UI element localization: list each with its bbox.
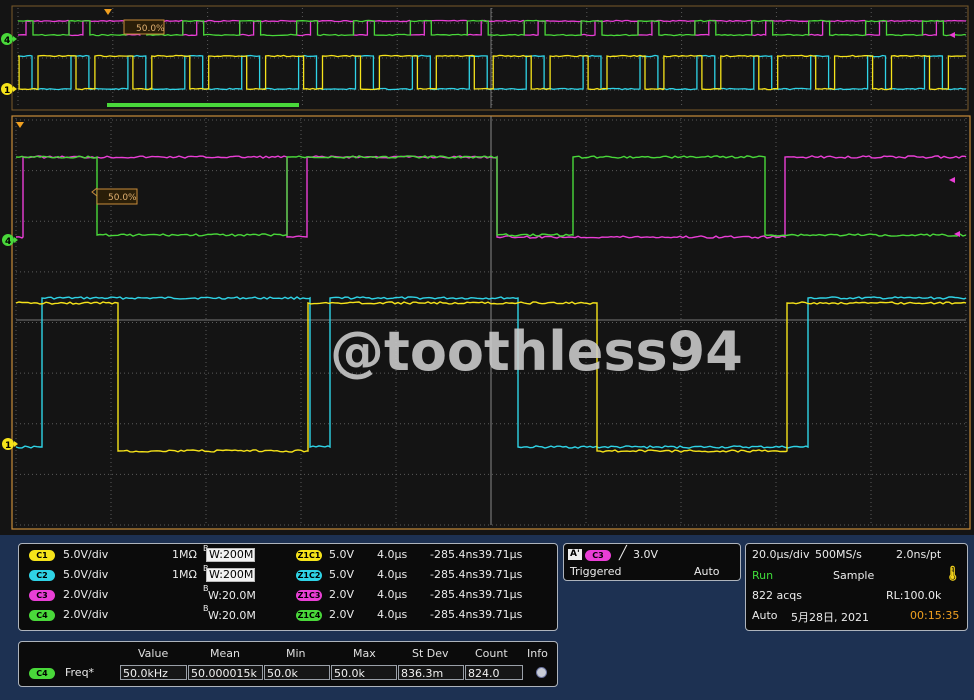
clock-time: 00:15:35 (910, 609, 960, 622)
info-icon[interactable] (536, 667, 547, 678)
main-percent-label: 50.0% (108, 193, 137, 203)
ch1-marker-main-label: 1 (5, 441, 11, 451)
thermometer-icon: 🌡︎ (944, 566, 962, 582)
zoom-pos-1: -285.4ns39.71μs (430, 548, 523, 561)
ch4-marker-main-label: 4 (5, 237, 11, 247)
c3-offscreen-marker (949, 32, 955, 38)
waveform-display[interactable]: 50.0% 4 1 50.0% 4 1 @toothless94 (0, 0, 974, 535)
header-count: Count (475, 647, 508, 660)
header-stdev: St Dev (412, 647, 449, 660)
record-length: RL:100.0k (886, 589, 942, 602)
ch4-marker-overview-label: 4 (4, 36, 10, 46)
trigger-a-label: A' (568, 549, 582, 560)
zoom-time-2: 4.0μs (377, 568, 408, 581)
meas-min: 50.0k (264, 665, 330, 680)
channel-badge-2[interactable]: C2 (29, 570, 55, 581)
trigger-edge-icon: ╱ (619, 546, 627, 561)
zoom-pos-2: -285.4ns39.71μs (430, 568, 523, 581)
acq-mode: Sample (833, 569, 875, 582)
meas-value: 50.0kHz (120, 665, 187, 680)
channel-scale-2: 5.0V/div (63, 568, 109, 581)
ch1-marker-overview-label: 1 (4, 86, 10, 96)
channel-impedance-2: 1MΩ (172, 568, 197, 581)
zoom-pos-4: -285.4ns39.71μs (430, 608, 523, 621)
channel-bw-3: W:20.0M (208, 589, 256, 602)
zoom-badge-2: Z1C2 (296, 570, 322, 581)
acq-count: 822 acqs (752, 589, 802, 602)
trigger-level: 3.0V (633, 548, 659, 561)
header-value: Value (138, 647, 169, 660)
trigger-source-badge: C3 (585, 550, 611, 561)
trigger-marker (104, 9, 112, 15)
resolution: 2.0ns/pt (896, 548, 942, 561)
meas-source-badge: C4 (29, 668, 55, 679)
zoom-pos-3: -285.4ns39.71μs (430, 588, 523, 601)
meas-mean: 50.000015k (188, 665, 263, 680)
watermark: @toothless94 (330, 320, 743, 383)
zoom-badge-1: Z1C1 (296, 550, 322, 561)
header-max: Max (353, 647, 376, 660)
date: 5月28日, 2021 (791, 611, 869, 624)
trigger-mode: Auto (694, 565, 720, 578)
meas-name: Freq* (65, 666, 95, 679)
sample-rate: 500MS/s (815, 548, 862, 561)
channel-scale-3: 2.0V/div (63, 588, 109, 601)
zoom-percent-label: 50.0% (136, 24, 165, 34)
channel-scale-1: 5.0V/div (63, 548, 109, 561)
zoom-badge-4: Z1C4 (296, 610, 322, 621)
timebase: 20.0μs/div (752, 548, 810, 561)
header-mean: Mean (210, 647, 240, 660)
zoom-time-3: 4.0μs (377, 588, 408, 601)
main-percent-pointer (91, 187, 98, 197)
channel-scale-4: 2.0V/div (63, 608, 109, 621)
auto-label: Auto (752, 609, 778, 622)
zoom-scale-3: 2.0V (329, 588, 355, 601)
run-state: Run (752, 569, 774, 582)
waveform-svg: 50.0% 4 1 50.0% 4 1 (1, 5, 971, 530)
trigger-marker-main (16, 122, 24, 128)
zoom-time-1: 4.0μs (377, 548, 408, 561)
meas-stdev: 836.3m (398, 665, 464, 680)
channel-bw-1[interactable]: W:200M (206, 548, 255, 562)
zoom-window-bar (107, 103, 299, 107)
zoom-scale-1: 5.0V (329, 548, 355, 561)
zoom-time-4: 4.0μs (377, 608, 408, 621)
zoom-badge-3: Z1C3 (296, 590, 322, 601)
meas-max: 50.0k (331, 665, 397, 680)
c3-marker-main (949, 177, 955, 183)
channel-badge-4[interactable]: C4 (29, 610, 55, 621)
meas-count: 824.0 (465, 665, 523, 680)
header-info: Info (527, 647, 548, 660)
ch1-marker-overview-arrow (13, 86, 17, 92)
channel-bw-4: W:20.0M (208, 609, 256, 622)
channel-impedance-1: 1MΩ (172, 548, 197, 561)
zoom-scale-2: 5.0V (329, 568, 355, 581)
channel-bw-2[interactable]: W:200M (206, 568, 255, 582)
header-min: Min (286, 647, 306, 660)
ch4-marker-overview-arrow (13, 36, 17, 42)
trigger-status: Triggered (570, 565, 622, 578)
zoom-scale-4: 2.0V (329, 608, 355, 621)
channel-badge-1[interactable]: C1 (29, 550, 55, 561)
channel-badge-3[interactable]: C3 (29, 590, 55, 601)
